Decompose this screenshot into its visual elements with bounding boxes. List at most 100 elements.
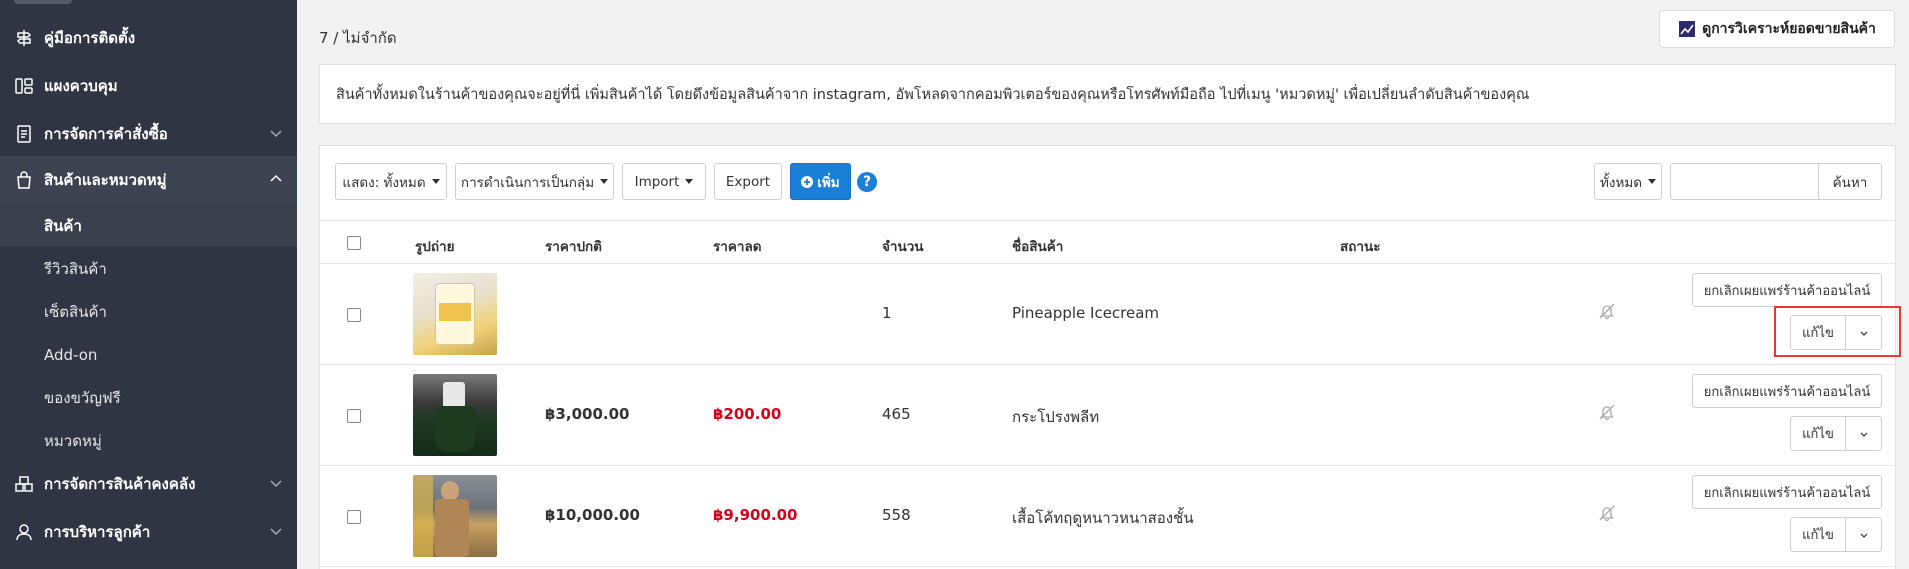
- shopping-bag-icon: [14, 170, 34, 190]
- help-icon[interactable]: ?: [857, 172, 877, 192]
- sidebar-subitem-free-gifts[interactable]: ของขวัญฟรี: [0, 376, 297, 419]
- main-content: 7 / ไม่จำกัด ดูการวิเคราะห์ยอดขายสินค้า …: [297, 0, 1909, 569]
- product-limit: 7 / ไม่จำกัด: [319, 29, 397, 47]
- caret-down-icon: [431, 179, 440, 184]
- sidebar-item-label: การจัดการคำสั่งซื้อ: [44, 125, 168, 143]
- receipt-icon: [14, 124, 34, 144]
- column-header-name: ชื่อสินค้า: [1012, 239, 1064, 255]
- row-checkbox[interactable]: [347, 308, 361, 322]
- chevron-down-icon: [269, 524, 283, 542]
- sidebar-subitem-label: ของขวัญฟรี: [44, 388, 121, 407]
- product-thumbnail[interactable]: [413, 475, 497, 557]
- show-filter-label: แสดง: ทั้งหมด: [342, 174, 426, 191]
- sidebar-item-label: คู่มือการติดตั้ง: [44, 29, 136, 47]
- product-thumbnail[interactable]: [413, 273, 497, 355]
- column-header-sale: ราคาลด: [713, 239, 762, 255]
- sidebar-subitem-reviews[interactable]: รีวิวสินค้า: [0, 247, 297, 290]
- search-filter-dropdown[interactable]: ทั้งหมด: [1594, 163, 1662, 200]
- info-message: สินค้าทั้งหมดในร้านค้าของคุณจะอยู่ที่นี่…: [319, 64, 1896, 124]
- signpost-icon: [14, 28, 34, 48]
- import-label: Import: [634, 173, 680, 190]
- row-price: ฿3,000.00: [545, 405, 630, 423]
- chevron-down-icon: [1860, 533, 1867, 538]
- sidebar-subitem-label: Add-on: [44, 345, 98, 364]
- row-quantity: 558: [882, 506, 911, 524]
- info-text: สินค้าทั้งหมดในร้านค้าของคุณจะอยู่ที่นี่…: [336, 86, 1530, 103]
- sidebar-item-install-guide[interactable]: คู่มือการติดตั้ง: [0, 14, 297, 62]
- sidebar: คู่มือการติดตั้ง แผงควบคุม การจัดการคำสั…: [0, 0, 297, 569]
- sidebar-subitem-label: รีวิวสินค้า: [44, 259, 107, 278]
- table-row: ฿3,000.00 ฿200.00 465 กระโปรงพลีท ยกเลิก…: [320, 365, 1897, 466]
- bulk-action-dropdown[interactable]: การดำเนินการเป็นกลุ่ม: [455, 163, 614, 200]
- sidebar-subitem-product-sets[interactable]: เซ็ตสินค้า: [0, 290, 297, 333]
- unpublish-label: ยกเลิกเผยแพร่ร้านค้าออนไลน์: [1703, 384, 1871, 400]
- search-filter-label: ทั้งหมด: [1599, 174, 1643, 191]
- table-row: 1 Pineapple Icecream ยกเลิกเผยแพร่ร้านค้…: [320, 264, 1901, 365]
- warehouse-icon: [14, 474, 34, 494]
- status-muted-icon: [1598, 302, 1616, 324]
- sidebar-item-label: การบริหารลูกค้า: [44, 523, 151, 541]
- sidebar-item-customers[interactable]: การบริหารลูกค้า: [0, 508, 297, 556]
- sidebar-item-label: แผงควบคุม: [44, 77, 118, 95]
- sidebar-item-dashboard[interactable]: แผงควบคุม: [0, 62, 297, 110]
- edit-button[interactable]: แก้ไข: [1790, 416, 1846, 451]
- row-sale-price: ฿200.00: [713, 405, 782, 423]
- unpublish-button[interactable]: ยกเลิกเผยแพร่ร้านค้าออนไลน์: [1692, 374, 1882, 408]
- unpublish-button[interactable]: ยกเลิกเผยแพร่ร้านค้าออนไลน์: [1692, 475, 1882, 509]
- sidebar-subitem-categories[interactable]: หมวดหมู่: [0, 419, 297, 462]
- sidebar-subitem-products[interactable]: สินค้า: [0, 204, 297, 247]
- unpublish-label: ยกเลิกเผยแพร่ร้านค้าออนไลน์: [1703, 485, 1871, 501]
- sidebar-subitem-label: หมวดหมู่: [44, 431, 102, 450]
- column-header-qty: จำนวน: [882, 239, 924, 255]
- sidebar-item-inventory[interactable]: การจัดการสินค้าคงคลัง: [0, 460, 297, 508]
- sales-analysis-button[interactable]: ดูการวิเคราะห์ยอดขายสินค้า: [1659, 10, 1895, 48]
- bulk-action-label: การดำเนินการเป็นกลุ่ม: [460, 174, 595, 191]
- sidebar-subitem-label: เซ็ตสินค้า: [44, 302, 107, 321]
- edit-label: แก้ไข: [1802, 528, 1834, 543]
- search-button[interactable]: ค้นหา: [1818, 163, 1882, 200]
- chevron-down-icon: [269, 476, 283, 494]
- user-icon: [14, 522, 34, 542]
- row-product-name: กระโปรงพลีท: [1012, 408, 1100, 426]
- row-sale-price: ฿9,900.00: [713, 506, 798, 524]
- unpublish-button[interactable]: ยกเลิกเผยแพร่ร้านค้าออนไลน์: [1692, 273, 1882, 307]
- export-button[interactable]: Export: [714, 163, 782, 200]
- edit-button[interactable]: แก้ไข: [1790, 517, 1846, 552]
- sidebar-item-orders[interactable]: การจัดการคำสั่งซื้อ: [0, 110, 297, 158]
- select-all-checkbox[interactable]: [347, 236, 361, 250]
- highlight-box: [1774, 306, 1901, 357]
- chart-icon: [1679, 21, 1696, 37]
- product-thumbnail[interactable]: [413, 374, 497, 456]
- row-checkbox[interactable]: [347, 409, 361, 423]
- sidebar-top-stub: [14, 0, 72, 4]
- sidebar-subitem-label: สินค้า: [44, 216, 82, 235]
- edit-dropdown-toggle[interactable]: [1845, 416, 1882, 451]
- row-checkbox[interactable]: [347, 510, 361, 524]
- edit-dropdown-toggle[interactable]: [1845, 517, 1882, 552]
- chevron-down-icon: [269, 126, 283, 144]
- add-product-button[interactable]: เพิ่ม: [790, 163, 851, 200]
- row-quantity: 1: [882, 304, 892, 322]
- caret-down-icon: [685, 179, 694, 184]
- show-filter-dropdown[interactable]: แสดง: ทั้งหมด: [335, 163, 447, 200]
- column-header-photo: รูปถ่าย: [415, 239, 455, 255]
- status-muted-icon: [1598, 403, 1616, 425]
- chevron-up-icon: [269, 172, 283, 190]
- caret-down-icon: [600, 179, 609, 184]
- chevron-down-icon: [1860, 432, 1867, 437]
- status-muted-icon: [1598, 504, 1616, 526]
- edit-label: แก้ไข: [1802, 427, 1834, 442]
- row-price: ฿10,000.00: [545, 506, 640, 524]
- column-header-price: ราคาปกติ: [545, 239, 602, 255]
- import-dropdown[interactable]: Import: [622, 163, 706, 200]
- row-product-name: Pineapple Icecream: [1012, 304, 1160, 322]
- sidebar-subitem-addon[interactable]: Add-on: [0, 333, 297, 376]
- column-header-status: สถานะ: [1340, 239, 1381, 255]
- sidebar-item-products[interactable]: สินค้าและหมวดหมู่: [0, 156, 297, 204]
- search-button-label: ค้นหา: [1832, 174, 1868, 191]
- row-product-name: เสื้อโค้ทฤดูหนาวหนาสองชั้น: [1012, 509, 1194, 527]
- sales-analysis-label: ดูการวิเคราะห์ยอดขายสินค้า: [1702, 21, 1876, 37]
- unpublish-label: ยกเลิกเผยแพร่ร้านค้าออนไลน์: [1703, 283, 1871, 299]
- product-panel: แสดง: ทั้งหมด การดำเนินการเป็นกลุ่ม Impo…: [319, 145, 1901, 569]
- sidebar-item-label: การจัดการสินค้าคงคลัง: [44, 475, 196, 493]
